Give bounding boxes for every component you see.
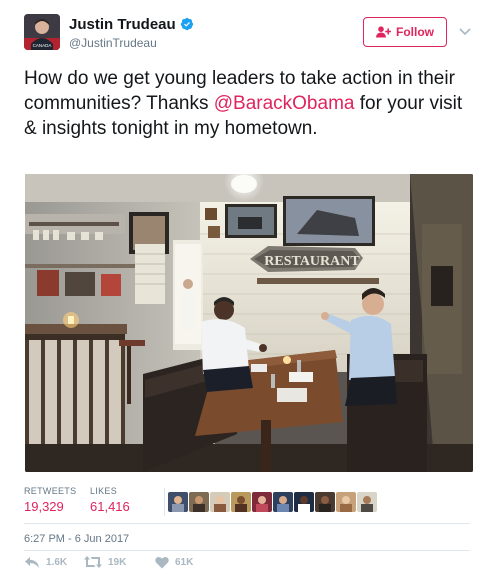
reply-button[interactable]: 1.6K [24,556,67,569]
liker-avatar[interactable] [336,492,356,512]
retweets-label: RETWEETS [24,486,77,496]
actions-separator [24,550,470,551]
add-user-icon [376,26,391,38]
liker-avatar[interactable] [294,492,314,512]
restaurant-sign-text: RESTAURANT [264,254,360,269]
tweet-text: How do we get young leaders to take acti… [24,66,470,141]
retweet-button[interactable]: 19K [84,556,126,568]
tweet-timestamp[interactable]: 6:27 PM - 6 Jun 2017 [24,533,129,545]
tweet-photo[interactable]: RESTAURANT [25,174,473,472]
retweets-stat[interactable]: RETWEETS 19,329 [24,486,76,514]
author-handle[interactable]: @JustinTrudeau [69,36,157,50]
stats-divider [164,488,165,516]
verified-icon [180,17,193,31]
like-count: 61K [175,557,194,568]
follow-button[interactable]: Follow [363,17,447,47]
stats-separator [24,523,470,524]
like-button[interactable]: 61K [155,556,193,569]
avatar-badge-text: CANADA [33,43,52,48]
heart-icon [155,556,169,569]
tweet-header: CANADA Justin Trudeau @JustinTrudeau Fol… [24,14,472,58]
chevron-down-icon[interactable] [458,24,472,38]
likes-stat[interactable]: LIKES 61,416 [90,486,130,514]
liker-avatar[interactable] [189,492,209,512]
liker-avatar[interactable] [231,492,251,512]
engagement-stats: RETWEETS 19,329 LIKES 61,416 [24,486,470,518]
retweet-icon [84,556,102,568]
likes-label: LIKES [90,486,118,496]
liker-avatar[interactable] [210,492,230,512]
follow-button-label: Follow [396,25,434,39]
liker-avatar[interactable] [357,492,377,512]
tweet-actions: 1.6K 19K 61K [24,556,470,572]
reply-icon [25,557,39,568]
author-avatar[interactable]: CANADA [24,14,60,50]
liker-avatar[interactable] [273,492,293,512]
likes-value: 61,416 [90,499,130,514]
liker-avatar[interactable] [315,492,335,512]
liker-avatars [168,492,377,512]
liker-avatar[interactable] [252,492,272,512]
author-name-row[interactable]: Justin Trudeau [69,16,194,33]
retweet-count: 19K [108,556,127,568]
retweets-value: 19,329 [24,499,64,514]
reply-count: 1.6K [46,557,68,568]
liker-avatar[interactable] [168,492,188,512]
author-name[interactable]: Justin Trudeau [69,16,176,33]
mention-link[interactable]: @BarackObama [214,93,355,114]
